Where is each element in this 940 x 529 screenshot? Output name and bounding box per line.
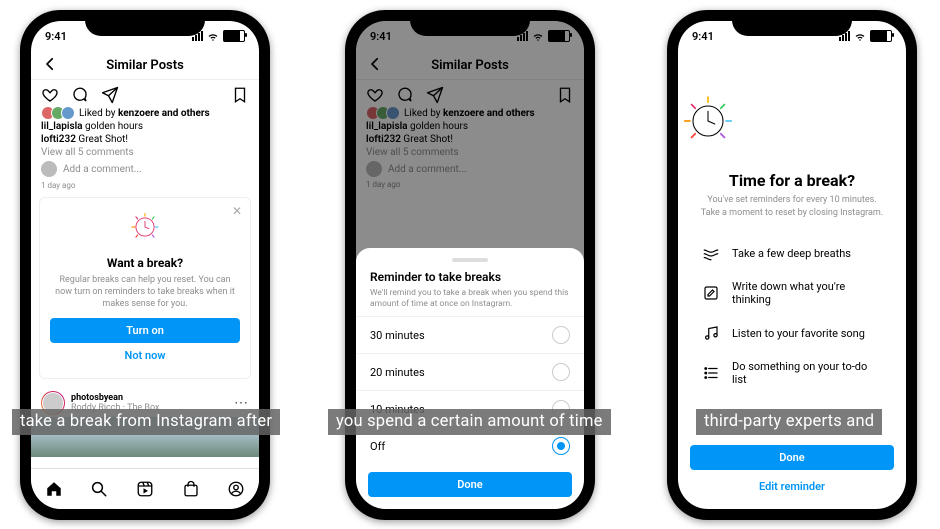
add-comment-row[interactable]: Add a comment...: [31, 159, 259, 179]
post-action-row: [31, 80, 259, 106]
clock-icon: [128, 210, 162, 244]
sheet-grabber[interactable]: [452, 258, 488, 262]
not-now-button[interactable]: Not now: [50, 343, 240, 368]
edit-reminder-button[interactable]: Edit reminder: [678, 474, 906, 499]
video-caption-2: you spend a certain amount of time: [328, 409, 611, 435]
bookmark-icon[interactable]: [231, 86, 249, 104]
profile-icon[interactable]: [227, 480, 245, 498]
screen: 9:41 Similar Posts Liked by kenzoere and…: [356, 21, 584, 509]
sheet-description: We'll remind you to take a break when yo…: [370, 288, 570, 310]
battery-icon: [870, 30, 892, 42]
reels-icon[interactable]: [136, 480, 154, 498]
video-caption-1: take a break from Instagram after: [12, 409, 280, 435]
phone-reminder-sheet: 9:41 Similar Posts Liked by kenzoere and…: [345, 10, 595, 520]
status-time: 9:41: [45, 30, 67, 43]
heart-icon[interactable]: [41, 86, 59, 104]
device-notch: [410, 10, 530, 36]
break-subtitle: You've set reminders for every 10 minute…: [698, 194, 886, 219]
comment-icon[interactable]: [71, 86, 89, 104]
page-title: Similar Posts: [106, 58, 184, 73]
tip-item-0: Take a few deep breaths: [702, 235, 882, 271]
done-button[interactable]: Done: [368, 472, 572, 497]
close-icon[interactable]: ✕: [232, 204, 242, 218]
next-post-user: photosbyean: [71, 393, 160, 404]
tip-item-3: Do something on your to-do list: [702, 351, 882, 395]
device-notch: [85, 10, 205, 36]
list-icon: [702, 364, 720, 382]
back-icon[interactable]: [41, 55, 59, 73]
post-age: 1 day ago: [31, 179, 259, 191]
sheet-title: Reminder to take breaks: [370, 270, 570, 284]
radio-selected-icon: [552, 437, 570, 455]
screen: 9:41 Similar Posts: [31, 21, 259, 509]
avatar: [41, 161, 57, 177]
reminder-option-1[interactable]: 20 minutes: [356, 353, 584, 390]
video-caption-3: third-party experts and: [696, 409, 882, 435]
card-body: Regular breaks can help you reset. You c…: [50, 274, 240, 310]
music-icon: [702, 324, 720, 342]
tip-item-1: Write down what you're thinking: [702, 271, 882, 315]
turn-on-button[interactable]: Turn on: [50, 318, 240, 343]
liker-avatars: [41, 106, 75, 120]
reminder-bottom-sheet: Reminder to take breaks We'll remind you…: [356, 248, 584, 509]
phone-want-a-break: 9:41 Similar Posts: [20, 10, 270, 520]
break-bottom-actions: Done Edit reminder: [678, 445, 906, 499]
wifi-icon: [207, 30, 219, 42]
status-time: 9:41: [692, 30, 714, 43]
tips-list: Take a few deep breaths Write down what …: [678, 235, 906, 395]
phone-time-for-a-break: 9:41: [667, 10, 917, 520]
want-a-break-card: ✕ Want a break? Regu: [39, 197, 251, 379]
home-icon[interactable]: [45, 480, 63, 498]
share-icon[interactable]: [101, 86, 119, 104]
reminder-option-0[interactable]: 30 minutes: [356, 316, 584, 353]
break-title: Time for a break?: [678, 171, 906, 190]
clock-icon: [678, 91, 738, 151]
caption-line-1: lil_lapisla golden hours: [31, 120, 259, 133]
radio-icon: [552, 363, 570, 381]
card-title: Want a break?: [50, 256, 240, 270]
battery-icon: [223, 30, 245, 42]
shop-icon[interactable]: [182, 480, 200, 498]
breathe-icon: [702, 244, 720, 262]
done-button[interactable]: Done: [690, 445, 894, 470]
search-icon[interactable]: [90, 480, 108, 498]
title-bar: Similar Posts: [31, 51, 259, 80]
caption-line-2: lofti232 Great Shot!: [31, 133, 259, 146]
radio-icon: [552, 326, 570, 344]
tab-bar: [31, 468, 259, 509]
wifi-icon: [854, 30, 866, 42]
tip-item-2: Listen to your favorite song: [702, 315, 882, 351]
write-icon: [702, 284, 720, 302]
screen: 9:41: [678, 21, 906, 509]
likes-row[interactable]: Liked by kenzoere and others: [31, 106, 259, 120]
stage: 9:41 Similar Posts: [0, 0, 940, 529]
device-notch: [732, 10, 852, 36]
view-all-comments[interactable]: View all 5 comments: [31, 146, 259, 159]
